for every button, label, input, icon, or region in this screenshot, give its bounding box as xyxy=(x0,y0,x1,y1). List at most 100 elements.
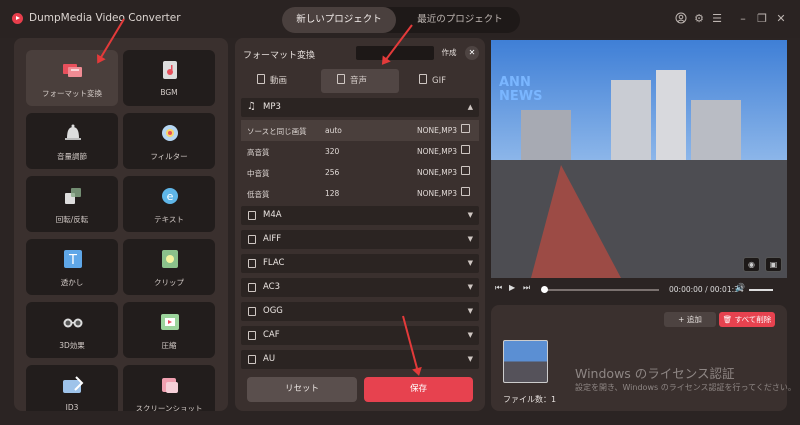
clip-icon xyxy=(162,250,178,268)
tool-label: クリップ xyxy=(154,278,184,287)
preset-row[interactable]: 高音質 320 NONE,MP3 xyxy=(241,141,479,162)
player-controls: ⏮ ▶ ⏭ 00:00:00 / 00:01:34 🔊 xyxy=(491,281,787,299)
close-icon[interactable]: ✕ xyxy=(774,12,788,26)
format-convert-icon xyxy=(63,64,82,77)
preview-building xyxy=(691,100,741,165)
volume-slider[interactable] xyxy=(749,289,773,291)
format-group-mp3[interactable]: ♫ MP3 ▲ xyxy=(241,98,479,117)
chevron-down-icon: ▼ xyxy=(467,331,473,339)
format-group-ogg[interactable]: OGG ▼ xyxy=(241,302,479,321)
id3-icon xyxy=(63,376,84,393)
account-icon[interactable] xyxy=(674,12,688,26)
preset-row[interactable]: 低音質 128 NONE,MP3 xyxy=(241,183,479,204)
add-file-button[interactable]: + 追加 xyxy=(664,312,716,327)
maximize-icon[interactable]: ❐ xyxy=(755,12,769,26)
format-panel-title: フォーマット変換 xyxy=(243,51,316,61)
tab-gif[interactable]: GIF xyxy=(419,69,446,93)
preview-building xyxy=(656,70,686,165)
volume-icon[interactable]: 🔊 xyxy=(735,283,745,292)
edit-icon[interactable] xyxy=(461,166,470,175)
file-icon xyxy=(248,211,256,220)
tool-label: テキスト xyxy=(154,215,184,224)
seek-handle[interactable] xyxy=(541,286,548,293)
menu-icon[interactable]: ☰ xyxy=(710,12,724,26)
skip-forward-icon[interactable]: ⏭ xyxy=(523,283,530,293)
tool-screenshot[interactable]: スクリーンショット xyxy=(123,365,215,411)
delete-all-button[interactable]: 🗑 すべて削除 xyxy=(719,312,775,327)
filter-icon xyxy=(162,125,178,141)
overlay-logo-line: NEWS xyxy=(499,89,543,104)
file-icon xyxy=(248,307,256,316)
preset-row[interactable]: 中音質 256 NONE,MP3 xyxy=(241,162,479,183)
minimize-icon[interactable]: – xyxy=(736,12,750,26)
bell-volume-icon xyxy=(65,124,81,140)
license-title: Windows のライセンス認証 xyxy=(575,366,735,381)
file-icon xyxy=(248,235,256,244)
preset-name: 中音質 xyxy=(247,169,270,178)
format-group-au[interactable]: AU ▼ xyxy=(241,350,479,369)
tool-text[interactable]: e テキスト xyxy=(123,176,215,232)
tool-compress[interactable]: 圧縮 xyxy=(123,302,215,358)
tool-filter[interactable]: フィルター xyxy=(123,113,215,169)
format-group-caf[interactable]: CAF ▼ xyxy=(241,326,479,345)
preset-info: NONE,MP3 xyxy=(417,126,458,135)
overlay-logo-line: ANN xyxy=(499,75,531,90)
tool-bgm[interactable]: BGM xyxy=(123,50,215,106)
group-name: M4A xyxy=(263,210,282,220)
edit-icon[interactable] xyxy=(461,124,470,133)
chevron-up-icon: ▲ xyxy=(467,103,473,111)
format-group-ac3[interactable]: AC3 ▼ xyxy=(241,278,479,297)
tool-rotate[interactable]: 回転/反転 xyxy=(26,176,118,232)
seek-bar[interactable] xyxy=(543,289,659,291)
reset-button[interactable]: リセット xyxy=(247,377,357,402)
play-icon[interactable]: ▶ xyxy=(509,283,515,292)
tool-clip[interactable]: クリップ xyxy=(123,239,215,295)
tool-3d-effect[interactable]: 3D効果 xyxy=(26,302,118,358)
chevron-down-icon: ▼ xyxy=(467,307,473,315)
format-group-m4a[interactable]: M4A ▼ xyxy=(241,206,479,225)
tab-video[interactable]: 動画 xyxy=(257,69,287,93)
video-file-icon xyxy=(257,74,265,84)
music-note-icon: ♫ xyxy=(247,101,256,112)
tool-label: ID3 xyxy=(65,403,79,411)
preset-name: 低音質 xyxy=(247,190,270,199)
chevron-down-icon: ▼ xyxy=(467,211,473,219)
file-count: ファイル数：1 xyxy=(503,395,557,404)
tool-watermark[interactable]: T 透かし xyxy=(26,239,118,295)
tool-volume[interactable]: 音量調節 xyxy=(26,113,118,169)
group-name: FLAC xyxy=(263,258,285,268)
file-thumbnail[interactable] xyxy=(503,340,548,383)
save-button[interactable]: 保存 xyxy=(364,377,473,402)
tab-audio[interactable]: 音声 xyxy=(321,69,399,93)
edit-icon[interactable] xyxy=(461,187,470,196)
app-logo-icon xyxy=(12,13,23,24)
tab-video-label: 動画 xyxy=(270,76,288,86)
svg-text:T: T xyxy=(68,253,77,268)
close-icon[interactable]: ✕ xyxy=(465,46,479,60)
trash-icon: 🗑 xyxy=(722,315,735,324)
format-group-flac[interactable]: FLAC ▼ xyxy=(241,254,479,273)
group-name: AIFF xyxy=(263,234,282,244)
skip-back-icon[interactable]: ⏮ xyxy=(495,283,502,293)
file-icon xyxy=(248,331,256,340)
app-title: DumpMedia Video Converter xyxy=(29,12,181,24)
settings-gear-icon[interactable]: ⚙ xyxy=(692,12,706,26)
preset-info: NONE,MP3 xyxy=(417,189,458,198)
rotate-icon xyxy=(65,188,81,204)
svg-text:e: e xyxy=(167,190,174,203)
file-icon xyxy=(248,355,256,364)
preset-row[interactable]: ソースと同じ画質 auto NONE,MP3 xyxy=(241,120,479,141)
tool-label: スクリーンショット xyxy=(135,404,203,411)
tab-recent-project[interactable]: 最近のプロジェクト xyxy=(400,7,520,33)
format-group-aiff[interactable]: AIFF ▼ xyxy=(241,230,479,249)
tool-id3[interactable]: ID3 xyxy=(26,365,118,411)
file-icon xyxy=(248,283,256,292)
tool-label: フォーマット変換 xyxy=(42,89,102,98)
tab-new-project[interactable]: 新しいプロジェクト xyxy=(282,7,396,33)
group-name: AU xyxy=(263,354,276,364)
edit-icon[interactable] xyxy=(461,145,470,154)
snapshot-camera-icon[interactable]: ◉ xyxy=(743,257,760,272)
tool-label: BGM xyxy=(160,88,178,97)
create-button[interactable]: 作成 xyxy=(437,46,461,60)
fullscreen-icon[interactable]: ▣ xyxy=(765,257,782,272)
